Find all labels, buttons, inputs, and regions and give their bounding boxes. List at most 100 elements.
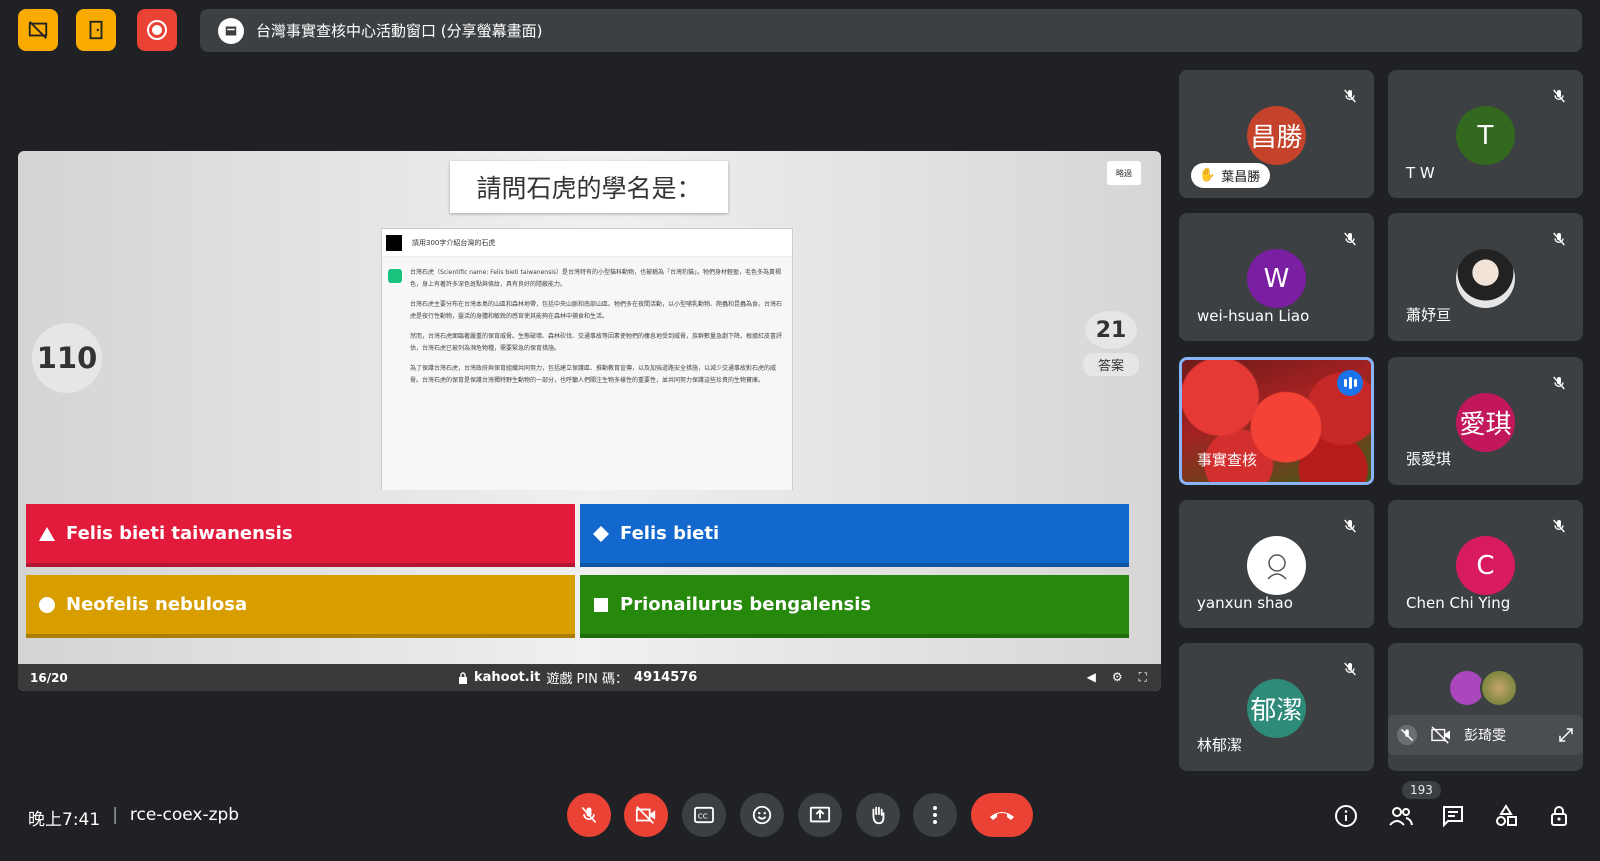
participant-hover-controls: 彭琦雯 (1388, 715, 1583, 755)
answer-text: Prionailurus bengalensis (620, 594, 872, 615)
question-progress: 16/20 (30, 670, 68, 685)
participant-tile[interactable]: C Chen Chi Ying (1388, 500, 1583, 628)
participant-tile[interactable]: yanxun shao (1179, 500, 1374, 628)
participant-name: 事實查核 (1197, 451, 1258, 469)
reactions-button[interactable] (740, 793, 784, 837)
chat-icon (1443, 806, 1463, 828)
screen-off-icon (28, 21, 48, 39)
participant-tile[interactable]: W wei-hsuan Liao (1179, 213, 1374, 341)
volume-icon[interactable]: ◀ (1087, 670, 1096, 685)
fullscreen-icon[interactable]: ⛶ (1139, 670, 1147, 685)
shapes-icon (1496, 804, 1517, 826)
leave-room-button[interactable] (76, 9, 116, 51)
emoji-icon (752, 805, 772, 825)
hang-up-icon (990, 812, 1014, 820)
lock-person-icon (1551, 806, 1567, 826)
avatar: 昌勝 (1247, 106, 1306, 165)
mic-off-icon (1344, 662, 1356, 676)
host-controls-button[interactable] (1543, 800, 1575, 832)
activities-button[interactable] (1490, 800, 1522, 832)
answers-counter: 21 答案 (1083, 311, 1139, 376)
participant-name: 彭琦雯 (1464, 728, 1506, 744)
participant-tile[interactable]: 蕭妤亘 (1388, 213, 1583, 341)
chat-button[interactable] (1437, 800, 1469, 832)
skip-button[interactable]: 略過 (1107, 161, 1141, 185)
participant-name: T W (1406, 164, 1435, 182)
mic-toggle-button[interactable] (567, 793, 611, 837)
avatar: 愛琪 (1456, 393, 1515, 452)
kahoot-controls: ◀ ⚙ ⛶ (1087, 670, 1147, 685)
participant-name: wei-hsuan Liao (1197, 307, 1310, 325)
banner-title: 台灣事實查核中心活動窗口 (分享螢幕畫面) (256, 22, 543, 40)
answer-option-yellow[interactable]: Neofelis nebulosa (26, 575, 575, 638)
camera-toggle-button[interactable] (624, 793, 668, 837)
participant-tile-active-speaker[interactable]: 事實查核 (1179, 357, 1374, 485)
meeting-details-button[interactable] (1330, 800, 1362, 832)
chat-question-row: 請用300字介紹台灣的石虎 (382, 229, 792, 257)
hand-icon (872, 806, 885, 825)
site-url: kahoot.it (474, 670, 541, 685)
participant-tile-others[interactable]: 彭琦雯 (1388, 643, 1583, 771)
closed-captions-icon: CC (694, 806, 714, 824)
game-pin: kahoot.it 遊戲 PIN 碼： 4914576 (458, 668, 697, 687)
camera-off-icon[interactable] (1430, 726, 1452, 744)
present-button[interactable] (798, 793, 842, 837)
participant-name: 張愛琪 (1406, 450, 1452, 468)
recording-button[interactable] (137, 9, 177, 51)
clock: 晚上7:41 (28, 810, 101, 830)
present-screen-icon (809, 806, 831, 823)
participant-tile[interactable]: 愛琪 張愛琪 (1388, 357, 1583, 485)
answers-count-value: 21 (1085, 311, 1137, 349)
answer-text: Felis bieti taiwanensis (66, 523, 293, 544)
speaking-indicator-icon (1337, 370, 1363, 396)
svg-text:CC: CC (698, 812, 708, 821)
quiz-question: 請問石虎的學名是： (450, 161, 728, 213)
captions-off-button[interactable] (18, 9, 58, 51)
quiz-timer: 110 (32, 323, 102, 393)
meeting-info: 晚上7:41 | rce-coex-zpb (28, 805, 239, 830)
chat-answer-paragraph: 然而，台灣石虎面臨著嚴重的保育威脅。生態破壞、森林砍伐、交通事故等因素使牠們的棲… (410, 333, 783, 352)
mic-off-icon (1553, 232, 1565, 246)
participant-name: 林郁潔 (1197, 736, 1243, 754)
participant-tile[interactable]: 郁潔 林郁潔 (1179, 643, 1374, 771)
circle-icon (38, 596, 56, 614)
avatar: W (1247, 249, 1306, 308)
avatar (1480, 669, 1518, 707)
camera-off-icon (635, 806, 656, 824)
answer-option-green[interactable]: Prionailurus bengalensis (580, 575, 1129, 638)
chat-answer-paragraph: 為了保護台灣石虎，台灣政府與保育組織共同努力，包括建立保護區、推動教育宣傳，以及… (410, 365, 777, 384)
chatgpt-icon (388, 269, 402, 283)
settings-icon[interactable]: ⚙ (1112, 670, 1123, 685)
captions-button[interactable]: CC (682, 793, 726, 837)
avatar-drawing (1247, 536, 1306, 595)
participant-count-badge: 193 (1402, 781, 1441, 799)
avatar-photo (1456, 249, 1515, 308)
pin-label: 遊戲 PIN 碼： (546, 672, 629, 687)
more-options-button[interactable] (913, 793, 957, 837)
avatar: 郁潔 (1247, 679, 1306, 738)
user-avatar-icon (386, 234, 402, 251)
people-button[interactable] (1385, 800, 1417, 832)
answer-option-red[interactable]: Felis bieti taiwanensis (26, 504, 575, 567)
shared-screen: 請問石虎的學名是： 略過 110 21 答案 請用300字介紹台灣的石虎 台灣石… (18, 151, 1161, 691)
chat-question-text: 請用300字介紹台灣的石虎 (412, 238, 496, 247)
leave-call-button[interactable] (971, 793, 1033, 837)
answers-count-label: 答案 (1083, 353, 1139, 376)
avatar-stack (1448, 669, 1518, 707)
answer-text: Neofelis nebulosa (66, 594, 248, 615)
raise-hand-button[interactable] (856, 793, 900, 837)
avatar: C (1456, 536, 1515, 595)
mic-off-icon (1553, 519, 1565, 533)
participant-tile[interactable]: T T W (1388, 70, 1583, 198)
expand-icon[interactable] (1557, 726, 1575, 744)
lock-icon (459, 671, 467, 684)
mic-off-icon[interactable] (1396, 724, 1418, 746)
kahoot-status-bar: 16/20 kahoot.it 遊戲 PIN 碼： 4914576 ◀ ⚙ ⛶ (18, 664, 1161, 691)
mic-off-icon (1553, 89, 1565, 103)
raise-hand-icon: ✋ (1199, 168, 1216, 183)
chatgpt-screenshot: 請用300字介紹台灣的石虎 台灣石虎（Scientific name: Feli… (381, 228, 793, 490)
chat-answer-paragraph: 台灣石虎主要分布在台灣本島的山區和森林地帶，包括中央山脈和南部山區。牠們多在夜間… (410, 301, 783, 320)
answer-option-blue[interactable]: Felis bieti (580, 504, 1129, 567)
presentation-banner: 台灣事實查核中心活動窗口 (分享螢幕畫面) (200, 9, 1582, 52)
participant-tile[interactable]: 昌勝 ✋ 葉昌勝 (1179, 70, 1374, 198)
